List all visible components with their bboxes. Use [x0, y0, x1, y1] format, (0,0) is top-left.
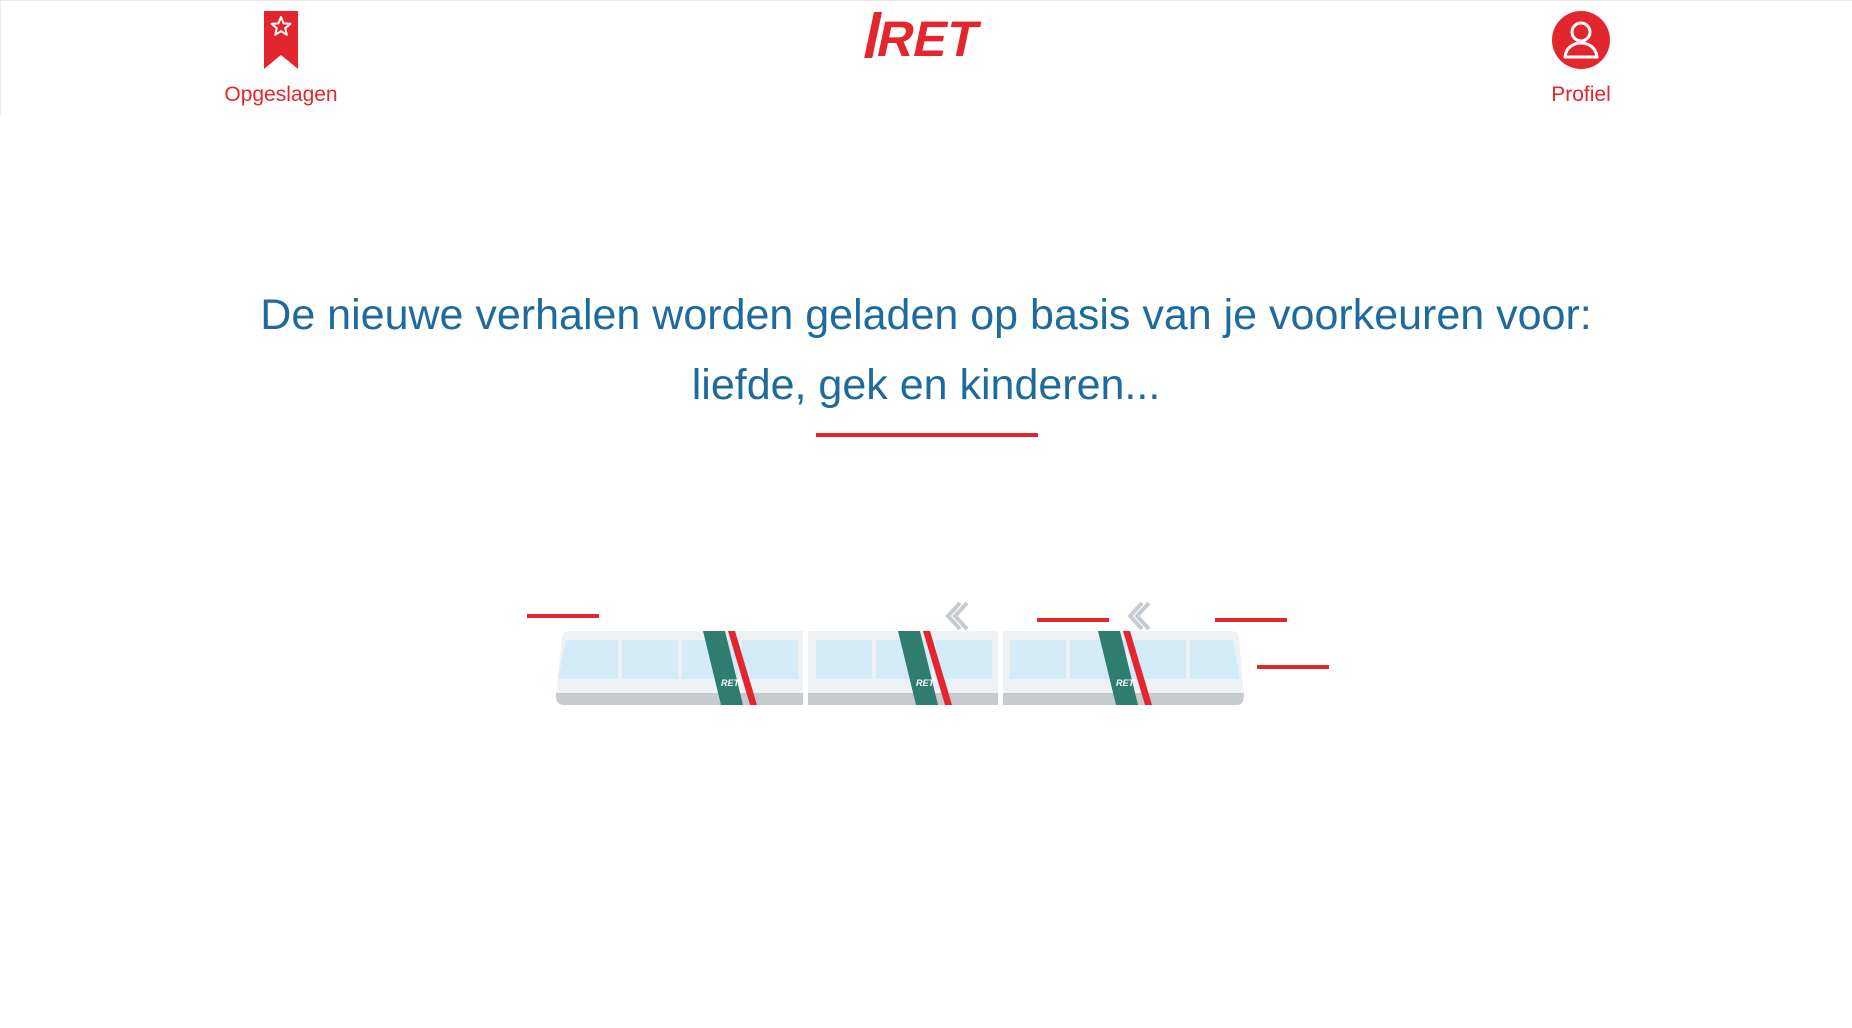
tram-loading-illustration: RET RET RET	[520, 595, 1340, 715]
saved-nav-label: Opgeslagen	[224, 83, 338, 106]
speed-line	[527, 614, 599, 618]
loading-message: De nieuwe verhalen worden geladen op bas…	[180, 280, 1672, 420]
saved-nav-button[interactable]: Opgeslagen	[223, 11, 339, 107]
title-divider	[816, 433, 1038, 437]
ret-logo[interactable]: RET	[862, 11, 994, 67]
tram-badge: RET	[721, 678, 741, 688]
loading-message-line-2: liefde, gek en kinderen...	[691, 361, 1161, 409]
profile-nav-label: Profiel	[1551, 83, 1611, 106]
logo-text: RET	[872, 12, 984, 59]
user-icon	[1552, 11, 1610, 71]
loading-message-line-1: De nieuwe verhalen worden geladen op bas…	[260, 291, 1592, 339]
profile-nav-button[interactable]: Profiel	[1541, 11, 1621, 107]
speed-line	[1257, 665, 1329, 669]
tram-badge: RET	[916, 678, 936, 688]
speed-line	[1215, 618, 1287, 622]
tram-badge: RET	[1116, 678, 1136, 688]
tram-car-2: RET	[808, 631, 998, 705]
speed-line	[1037, 618, 1109, 622]
top-header: Opgeslagen RET Profiel	[0, 0, 1852, 115]
tram-car-3: RET	[1003, 631, 1244, 705]
tram-car-1: RET	[556, 631, 803, 705]
bookmark-star-icon	[262, 11, 300, 71]
